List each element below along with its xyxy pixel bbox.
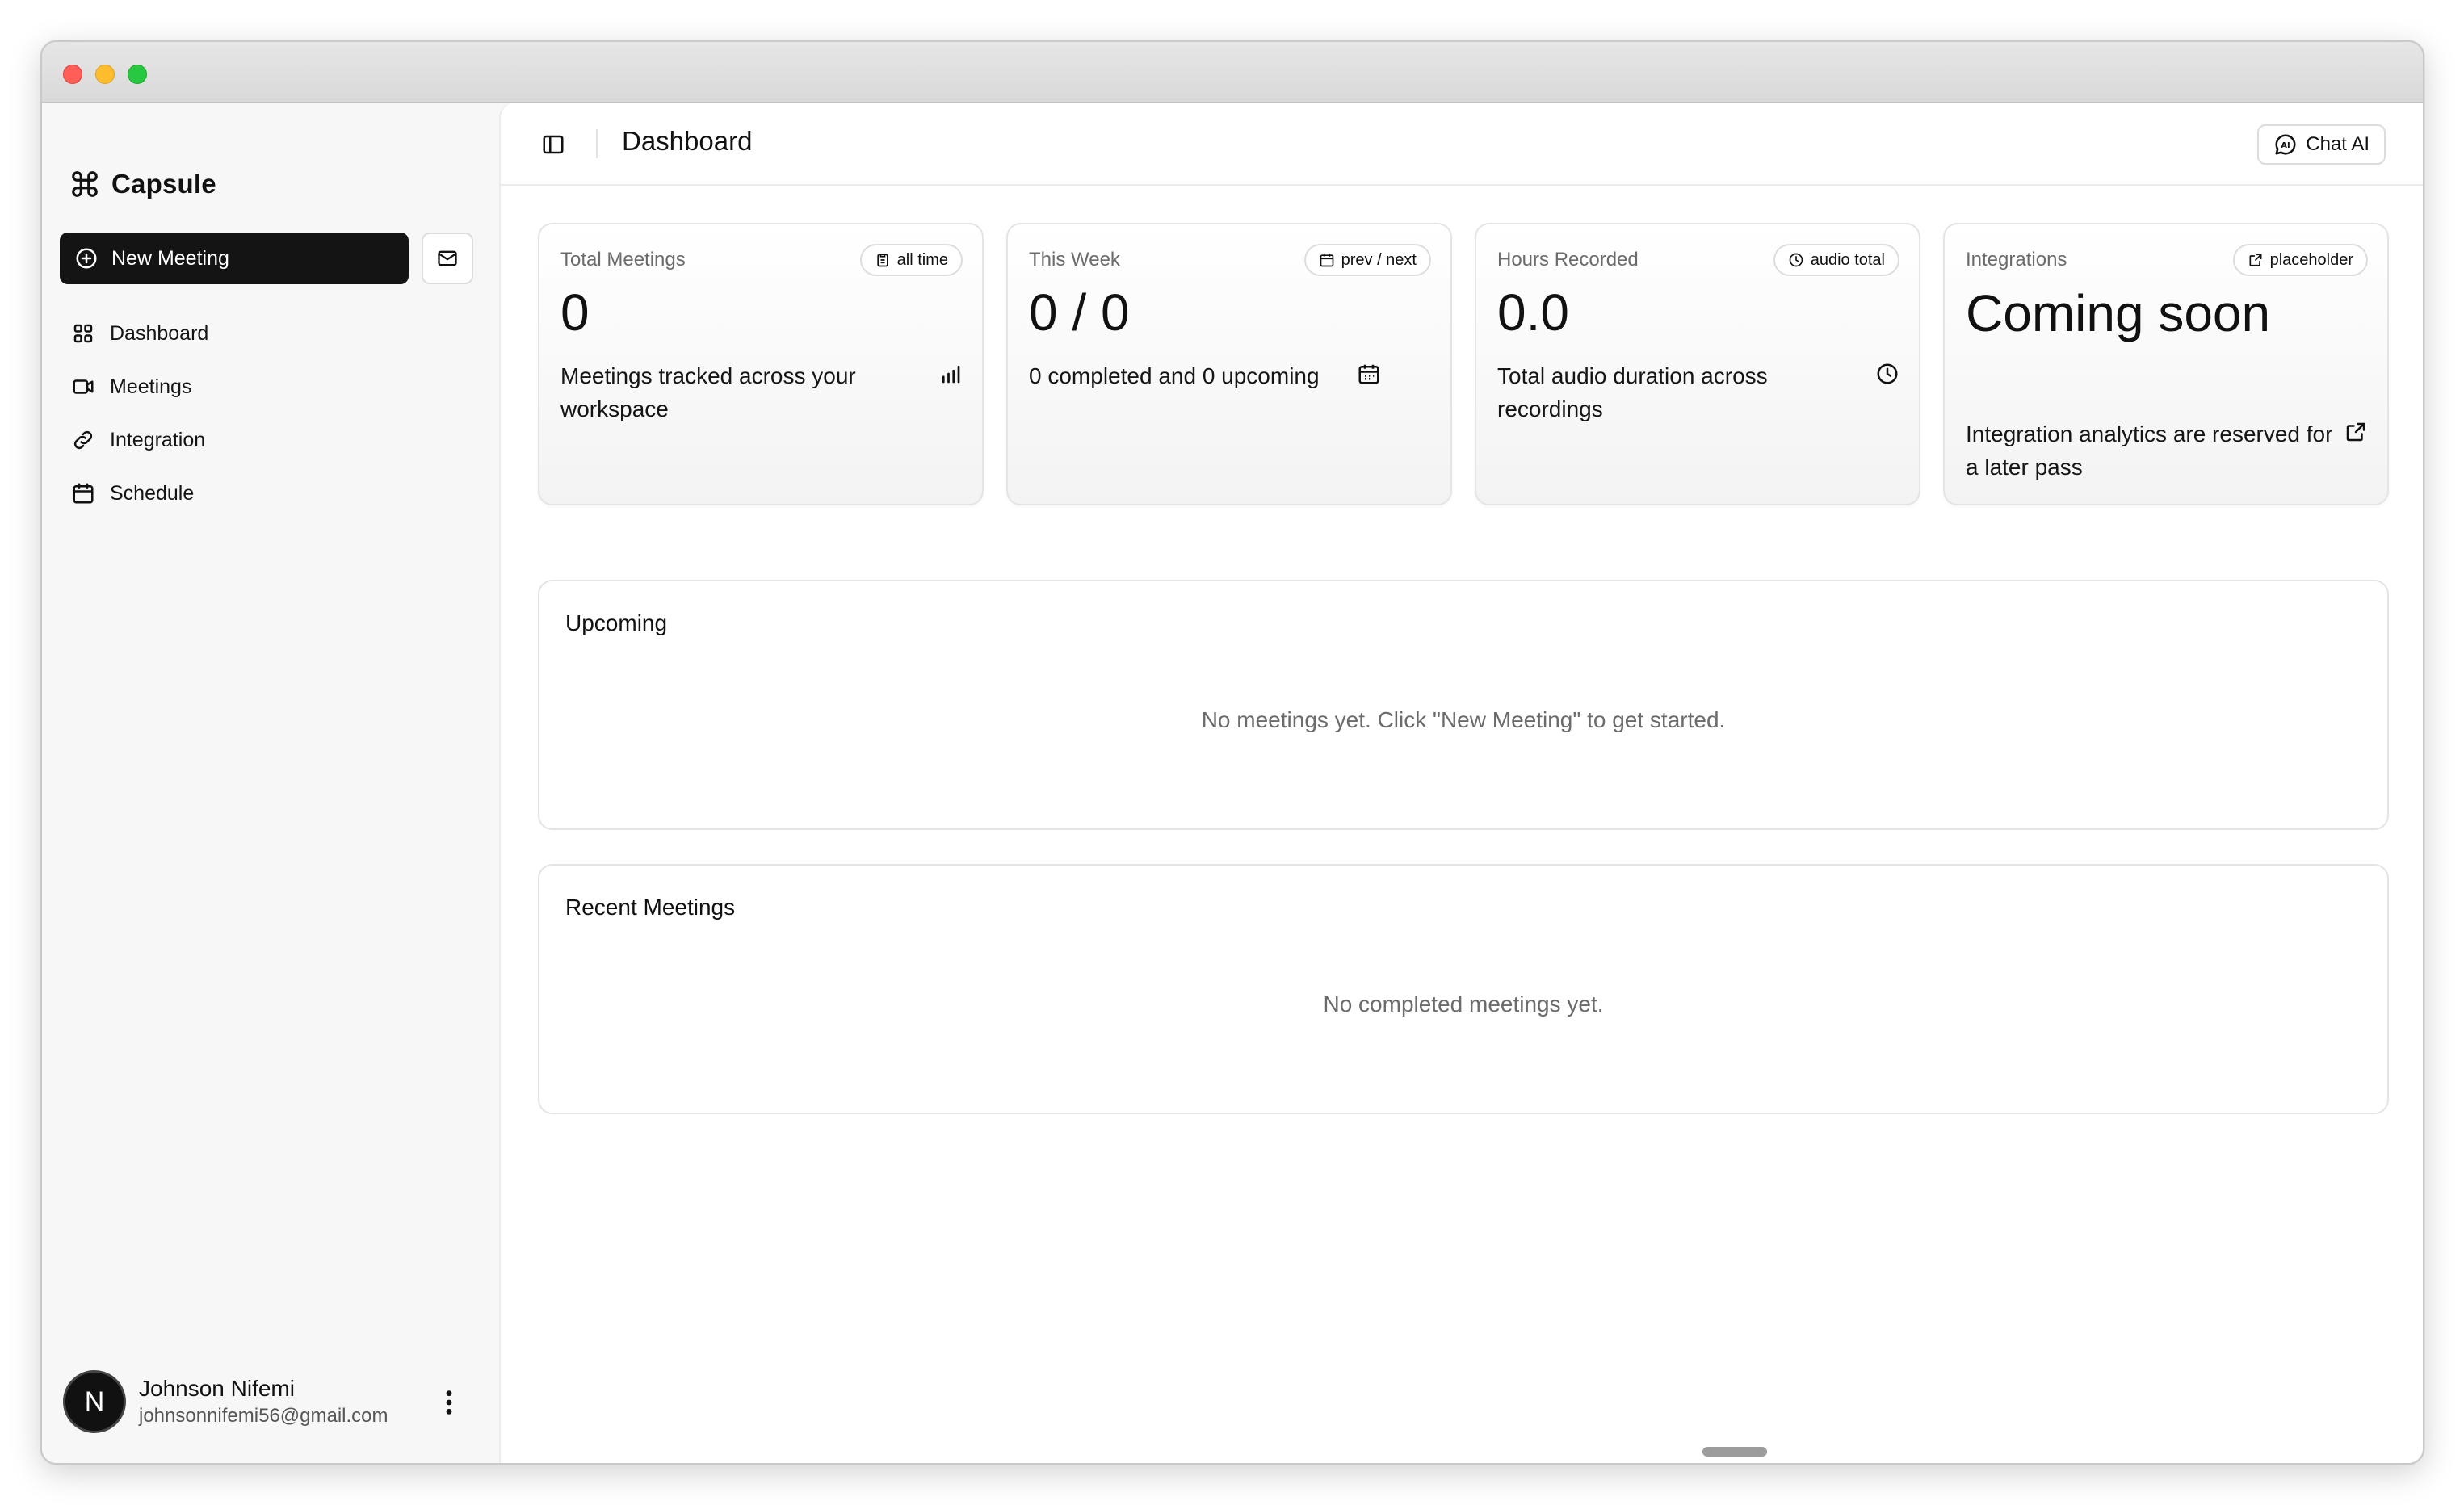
card-description: Integration analytics are reserved for a…	[1966, 421, 2333, 480]
user-name: Johnson Nifemi	[139, 1376, 295, 1401]
card-badge: audio total	[1773, 244, 1899, 276]
svg-text:AI: AI	[2281, 141, 2290, 150]
card-value: Coming soon	[1966, 284, 2271, 342]
card-badge-label: all time	[896, 250, 948, 269]
calendar-icon	[73, 483, 94, 504]
card-badge-label: placeholder	[2269, 250, 2353, 269]
card-badge[interactable]: prev / next	[1303, 244, 1431, 276]
ai-chat-icon: AI	[2275, 134, 2296, 155]
command-icon	[72, 171, 98, 197]
clock-icon	[1877, 363, 1898, 384]
sidebar-item-integration[interactable]: Integration	[71, 413, 475, 467]
new-meeting-button[interactable]: New Meeting	[60, 233, 409, 284]
chat-ai-label: Chat AI	[2306, 133, 2370, 155]
stat-card-hours-recorded: Hours Recorded audio total 0.0 Total aud…	[1475, 223, 1920, 505]
empty-state-text: No completed meetings yet.	[1323, 991, 1604, 1017]
link-icon	[73, 430, 93, 450]
brand[interactable]: Capsule	[69, 166, 216, 202]
card-label: Hours Recorded	[1497, 249, 1639, 270]
more-vertical-icon[interactable]	[441, 1389, 457, 1416]
external-link-icon	[2249, 254, 2262, 266]
sidebar-item-schedule[interactable]: Schedule	[71, 467, 475, 520]
minimize-window-button[interactable]	[95, 65, 115, 84]
sidebar-item-meetings[interactable]: Meetings	[71, 360, 475, 413]
card-label: Total Meetings	[560, 249, 686, 270]
empty-state-text: No meetings yet. Click "New Meeting" to …	[1201, 707, 1726, 732]
card-value: 0	[560, 283, 590, 342]
clock-icon	[1789, 253, 1803, 267]
card-description: 0 completed and 0 upcoming	[1029, 363, 1320, 388]
stats-cards: Total Meetings all time 0 Meetings track…	[538, 223, 2389, 505]
card-badge: all time	[859, 244, 963, 276]
sidebar-item-label: Schedule	[110, 481, 195, 505]
card-value: 0 / 0	[1029, 283, 1130, 342]
stat-card-integrations: Integrations placeholder Coming soon Int…	[1943, 223, 2389, 505]
stat-card-this-week: This Week prev / next 0 / 0 0 completed …	[1006, 223, 1452, 505]
sidebar-item-label: Meetings	[110, 375, 192, 398]
divider	[596, 129, 598, 158]
app-name: Capsule	[111, 169, 216, 199]
inbox-button[interactable]	[422, 233, 473, 284]
external-link-icon	[2346, 422, 2365, 442]
user-info: Johnson Nifemi johnsonnifemi56@gmail.com	[139, 1376, 388, 1427]
window-titlebar	[42, 42, 2423, 103]
maximize-window-button[interactable]	[128, 65, 147, 84]
card-description: Total audio duration across recordings	[1497, 363, 1768, 421]
page-title: Dashboard	[622, 126, 753, 156]
chat-ai-button[interactable]: AI Chat AI	[2257, 124, 2386, 165]
sidebar: Capsule New Meeting Dashboard Meetings I…	[42, 103, 499, 1463]
new-meeting-label: New Meeting	[111, 246, 229, 270]
section-title: Recent Meetings	[565, 895, 736, 920]
card-label: This Week	[1029, 249, 1120, 270]
video-icon	[73, 379, 94, 394]
recent-meetings-section: Recent Meetings No completed meetings ye…	[538, 864, 2389, 1114]
avatar: N	[63, 1370, 126, 1433]
top-bar: Dashboard AI Chat AI	[501, 103, 2423, 186]
card-description: Meetings tracked across your workspace	[560, 363, 856, 421]
sidebar-toggle-icon[interactable]	[541, 132, 565, 157]
calendar-icon	[1320, 254, 1333, 267]
stat-card-total-meetings: Total Meetings all time 0 Meetings track…	[538, 223, 984, 505]
card-badge: placeholder	[2232, 244, 2368, 276]
screen: Capsule New Meeting Dashboard Meetings I…	[0, 0, 2464, 1505]
calendar-icon	[1358, 364, 1379, 384]
clipboard-icon	[876, 254, 888, 267]
card-label: Integrations	[1966, 249, 2067, 270]
plus-circle-icon	[76, 248, 97, 269]
card-badge-label: audio total	[1810, 250, 1885, 269]
sidebar-item-label: Integration	[110, 428, 206, 451]
sidebar-item-label: Dashboard	[110, 321, 209, 345]
mail-icon	[438, 250, 457, 266]
upcoming-section: Upcoming No meetings yet. Click "New Mee…	[538, 580, 2389, 830]
user-profile[interactable]: N Johnson Nifemi johnsonnifemi56@gmail.c…	[63, 1369, 475, 1434]
sidebar-nav: Dashboard Meetings Integration Schedule	[71, 307, 475, 520]
bar-chart-icon	[942, 365, 960, 384]
card-badge-label: prev / next	[1341, 250, 1417, 269]
main-content: Dashboard AI Chat AI Total Meetings all …	[499, 103, 2423, 1463]
sidebar-item-dashboard[interactable]: Dashboard	[71, 307, 475, 360]
app-window: Capsule New Meeting Dashboard Meetings I…	[40, 40, 2424, 1465]
resize-handle[interactable]	[1702, 1447, 1767, 1457]
grid-icon	[73, 324, 93, 343]
card-value: 0.0	[1497, 283, 1569, 342]
user-email: johnsonnifemi56@gmail.com	[139, 1405, 388, 1427]
section-title: Upcoming	[565, 610, 668, 635]
close-window-button[interactable]	[63, 65, 82, 84]
